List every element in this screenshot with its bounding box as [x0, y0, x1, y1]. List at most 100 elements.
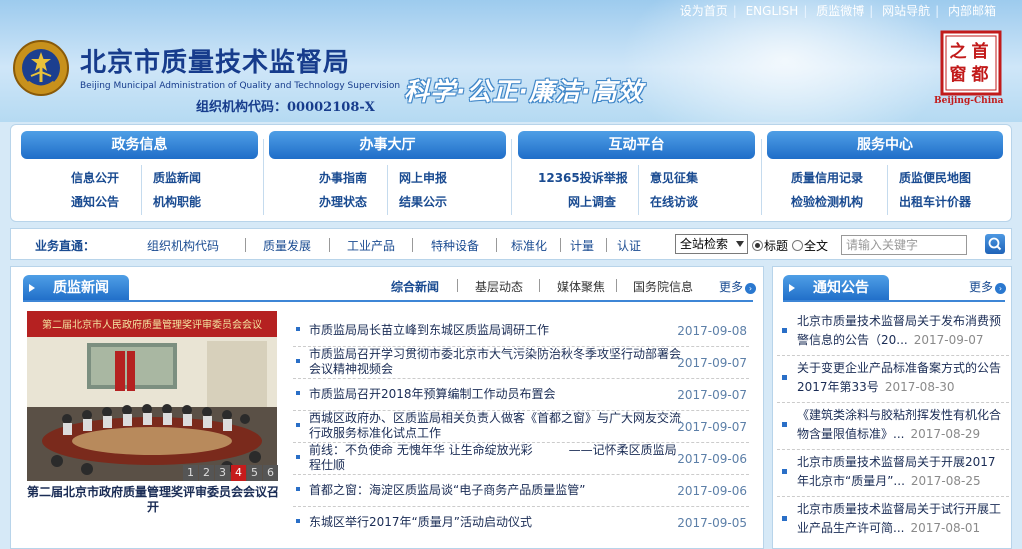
nav-head-interaction[interactable]: 互动平台 — [518, 131, 755, 159]
biz-link-metrology[interactable]: 计量 — [570, 237, 594, 254]
pager-page[interactable]: 2 — [199, 465, 214, 481]
news-item-title[interactable]: 首都之窗：海淀区质监局谈“电子商务产品质量监管” — [309, 483, 681, 498]
news-item-date: 2017-09-06 — [677, 452, 747, 466]
news-item-title[interactable]: 东城区举行2017年“质量月”活动启动仪式 — [309, 515, 681, 530]
beijing-logo-caption: Beijing-China — [934, 96, 1004, 106]
tab-media-focus[interactable]: 媒体聚焦 — [557, 278, 605, 295]
top-link-home[interactable]: 设为首页 — [680, 4, 728, 18]
nav-link-notices[interactable]: 通知公告 — [71, 193, 119, 210]
news-more-link[interactable]: 更多 › — [719, 278, 757, 295]
nav-link-info-public[interactable]: 信息公开 — [71, 169, 119, 186]
news-panel-title: 质监新闻 — [23, 275, 129, 301]
more-arrow-icon: › — [995, 283, 1007, 294]
notice-item[interactable]: 关于变更企业产品标准备案方式的公告2017年第33号 2017-08-30 — [777, 356, 1009, 403]
news-item[interactable]: 首都之窗：海淀区质监局谈“电子商务产品质量监管” 2017-09-06 — [293, 475, 749, 507]
news-item-title[interactable]: 前线：不负使命 无愧年华 让生命绽放光彩 ——记怀柔区质监局程仕顺 — [309, 443, 681, 473]
svg-text:之: 之 — [950, 41, 967, 62]
biz-link-special-equip[interactable]: 特种设备 — [431, 237, 479, 254]
top-link-mail[interactable]: 内部邮箱 — [948, 4, 996, 18]
nav-divider — [761, 139, 762, 215]
news-list: 市质监局局长苗立峰到东城区质监局调研工作 2017-09-08 市质监局召开学习贯… — [293, 315, 749, 539]
notice-title-underline — [783, 300, 1005, 302]
news-item-title[interactable]: 市质监局局长苗立峰到东城区质监局调研工作 — [309, 323, 681, 338]
keyword-search-input[interactable] — [841, 235, 967, 255]
news-item-title[interactable]: 西城区政府办、区质监局相关负责人做客《首都之窗》与广大网友交流行政服务标准化试点… — [309, 411, 681, 441]
pager-page[interactable]: 5 — [247, 465, 262, 481]
nav-head-service-center[interactable]: 服务中心 — [767, 131, 1003, 159]
business-bar: 业务直通： 组织机构代码 质量发展 工业产品 特种设备 标准化 计量 认证 全站… — [10, 228, 1012, 260]
nav-link-complaints[interactable]: 12365投诉举报 — [538, 169, 628, 186]
pager-page[interactable]: 6 — [263, 465, 278, 481]
top-link-english[interactable]: ENGLISH — [746, 4, 799, 18]
org-code: 组织机构代码：00002108-X — [196, 100, 375, 115]
photo-caption[interactable]: 第二届北京市政府质量管理奖评审委员会会议召开 — [27, 485, 279, 515]
news-item-date: 2017-09-07 — [677, 420, 747, 434]
nav-link-guide[interactable]: 办事指南 — [319, 169, 367, 186]
search-scope-select[interactable]: 全站检索 — [675, 234, 748, 254]
nav-link-taxi-meter[interactable]: 出租车计价器 — [899, 193, 971, 210]
news-item-date: 2017-09-06 — [677, 484, 747, 498]
nav-link-interview[interactable]: 在线访谈 — [650, 193, 698, 210]
top-link-sitemap[interactable]: 网站导航 — [882, 4, 930, 18]
news-item[interactable]: 前线：不负使命 无愧年华 让生命绽放光彩 ——记怀柔区质监局程仕顺 2017-09… — [293, 443, 749, 475]
nav-link-survey[interactable]: 网上调查 — [568, 193, 616, 210]
notice-item-text[interactable]: 北京市质量技术监督局关于试行开展工业产品生产许可简... 2017-08-01 — [797, 500, 1005, 538]
nav-link-results[interactable]: 结果公示 — [399, 193, 447, 210]
notice-item[interactable]: 《建筑类涂料与胶粘剂挥发性有机化合物含量限值标准》... 2017-08-29 — [777, 403, 1009, 450]
notice-item-text[interactable]: 《建筑类涂料与胶粘剂挥发性有机化合物含量限值标准》... 2017-08-29 — [797, 406, 1005, 444]
radio-fulltext[interactable]: 全文 — [792, 237, 828, 254]
pager-page[interactable]: 3 — [215, 465, 230, 481]
business-label: 业务直通： — [35, 239, 96, 253]
slogan: 科学·公正·廉洁·高效 — [404, 77, 644, 106]
news-item[interactable]: 东城区举行2017年“质量月”活动启动仪式 2017-09-05 — [293, 507, 749, 539]
news-item-title[interactable]: 市质监局召开2018年预算编制工作动员布置会 — [309, 387, 681, 402]
nav-link-opinions[interactable]: 意见征集 — [650, 169, 698, 186]
news-photo[interactable]: 第二届北京市人民政府质量管理奖评审委员会会议 — [27, 311, 277, 481]
notice-item-text[interactable]: 北京市质量技术监督局关于开展2017年北京市“质量月”... 2017-08-25 — [797, 453, 1005, 491]
search-button[interactable] — [985, 234, 1005, 254]
nav-link-zhijian-news[interactable]: 质监新闻 — [153, 169, 201, 186]
biz-link-quality[interactable]: 质量发展 — [263, 237, 311, 254]
tab-general-news[interactable]: 综合新闻 — [391, 278, 439, 295]
notice-item-text[interactable]: 关于变更企业产品标准备案方式的公告2017年第33号 2017-08-30 — [797, 359, 1005, 397]
news-item[interactable]: 市质监局局长苗立峰到东城区质监局调研工作 2017-09-08 — [293, 315, 749, 347]
nav-head-service-hall[interactable]: 办事大厅 — [269, 131, 506, 159]
nav-column-gov-info: 政务信息 信息公开 质监新闻 通知公告 机构职能 — [21, 131, 258, 219]
biz-link-org-code[interactable]: 组织机构代码 — [147, 237, 219, 254]
radio-title[interactable]: 标题 — [752, 237, 788, 254]
news-item[interactable]: 市质监局召开2018年预算编制工作动员布置会 2017-09-07 — [293, 379, 749, 411]
tab-local-news[interactable]: 基层动态 — [475, 278, 523, 295]
tab-state-council[interactable]: 国务院信息 — [633, 278, 693, 295]
notice-item[interactable]: 北京市质量技术监督局关于试行开展工业产品生产许可简... 2017-08-01 — [777, 497, 1009, 544]
radio-checked-icon — [752, 240, 763, 251]
triangle-right-icon — [29, 284, 35, 292]
nav-head-gov-info[interactable]: 政务信息 — [21, 131, 258, 159]
pager-page[interactable]: 1 — [183, 465, 198, 481]
nav-divider — [511, 139, 512, 215]
notice-list: 北京市质量技术监督局关于发布消费预警信息的公告（20... 2017-09-07 … — [777, 309, 1009, 544]
photo-pager: 1 2 3 4 5 6 — [183, 465, 279, 481]
news-item-title[interactable]: 市质监局召开学习贯彻市委北京市大气污染防治秋冬季攻坚行动部署会会议精神视频会 — [309, 347, 681, 377]
notice-item[interactable]: 北京市质量技术监督局关于发布消费预警信息的公告（20... 2017-09-07 — [777, 309, 1009, 356]
notice-more-link[interactable]: 更多 › — [969, 278, 1007, 295]
news-item[interactable]: 西城区政府办、区质监局相关负责人做客《首都之窗》与广大网友交流行政服务标准化试点… — [293, 411, 749, 443]
notice-item-date: 2017-08-01 — [910, 521, 981, 535]
nav-link-service-map[interactable]: 质监便民地图 — [899, 169, 971, 186]
nav-link-online-apply[interactable]: 网上申报 — [399, 169, 447, 186]
news-item[interactable]: 市质监局召开学习贯彻市委北京市大气污染防治秋冬季攻坚行动部署会会议精神视频会 20… — [293, 347, 749, 379]
nav-link-status[interactable]: 办理状态 — [319, 193, 367, 210]
svg-text:都: 都 — [971, 64, 989, 85]
biz-link-industrial[interactable]: 工业产品 — [347, 237, 395, 254]
top-link-weibo[interactable]: 质监微博 — [816, 4, 864, 18]
news-panel: 质监新闻 综合新闻 基层动态 媒体聚焦 国务院信息 更多 › 第二届北京市人民政府… — [10, 266, 764, 549]
biz-link-standard[interactable]: 标准化 — [511, 237, 547, 254]
biz-link-certification[interactable]: 认证 — [617, 237, 641, 254]
notice-item[interactable]: 北京市质量技术监督局关于开展2017年北京市“质量月”... 2017-08-25 — [777, 450, 1009, 497]
notice-item-text[interactable]: 北京市质量技术监督局关于发布消费预警信息的公告（20... 2017-09-07 — [797, 312, 1005, 350]
nav-link-functions[interactable]: 机构职能 — [153, 193, 201, 210]
pager-page-active[interactable]: 4 — [231, 465, 246, 481]
nav-link-testing-orgs[interactable]: 检验检测机构 — [791, 193, 863, 210]
nav-link-credit-record[interactable]: 质量信用记录 — [791, 169, 863, 186]
news-item-date: 2017-09-08 — [677, 324, 747, 338]
site-title-en: Beijing Municipal Administration of Qual… — [80, 81, 401, 91]
